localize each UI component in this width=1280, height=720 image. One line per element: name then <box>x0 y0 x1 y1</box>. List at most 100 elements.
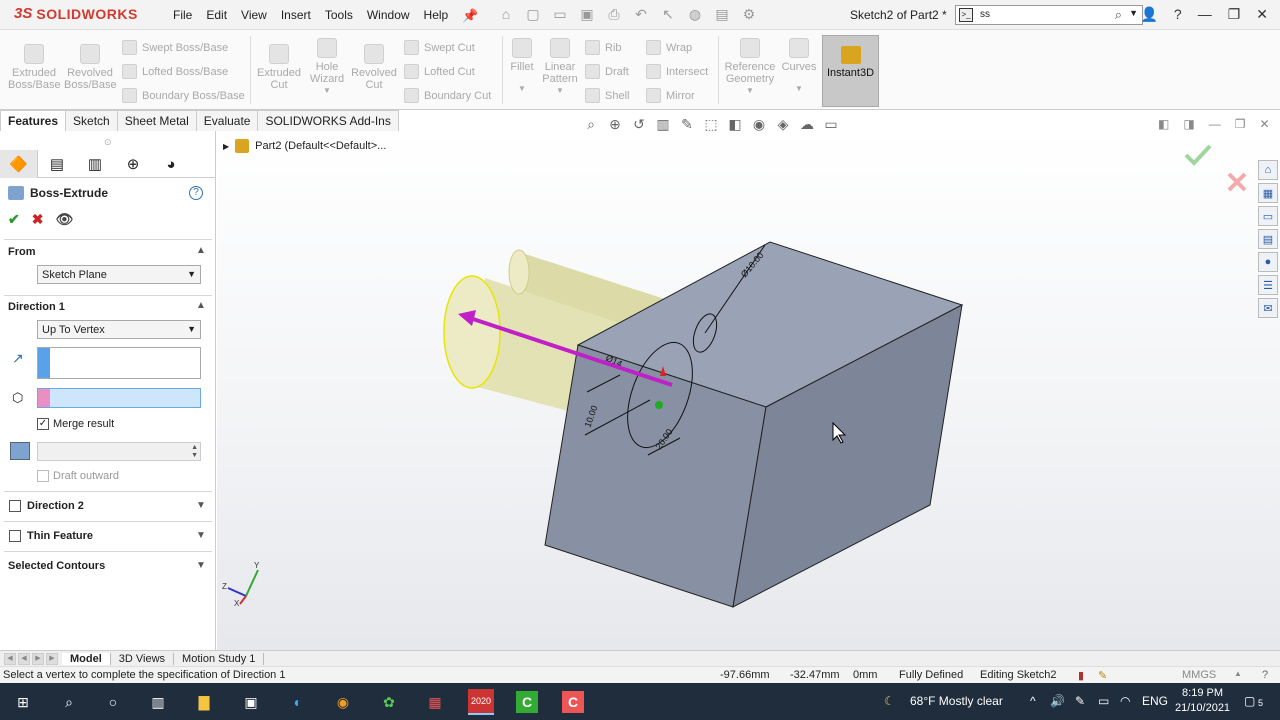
new-icon[interactable]: ▢ <box>525 6 541 23</box>
chevron-down-icon[interactable]: ▼ <box>196 530 206 541</box>
extruded-boss-button[interactable]: Extruded Boss/Base <box>8 44 61 91</box>
dynamic-annotation-icon[interactable]: ✎ <box>678 116 696 133</box>
tab-motion-study[interactable]: Motion Study 1 <box>174 652 265 665</box>
draft-angle-input[interactable]: ▲ ▼ <box>37 442 201 461</box>
unit-system[interactable]: MMGS <box>1182 669 1216 681</box>
app-icon[interactable]: ✿ <box>378 691 400 713</box>
ok-button[interactable]: ✔ <box>8 211 20 228</box>
search-box[interactable]: >_ ss ⌕ ▼ <box>955 5 1143 25</box>
menu-tools[interactable]: Tools <box>318 8 360 22</box>
panel-drag-handle[interactable]: ⊙ <box>104 137 112 148</box>
instant3d-button[interactable]: Instant3D <box>822 35 879 107</box>
search-input[interactable]: ss <box>980 9 990 20</box>
checkbox-icon[interactable] <box>9 500 21 512</box>
weather-icon[interactable]: ☾ <box>884 694 895 708</box>
revolved-boss-button[interactable]: Revolved Boss/Base <box>64 44 117 91</box>
customize-icon[interactable]: ✎ <box>1098 669 1107 682</box>
thin-feature-group[interactable]: Thin Feature <box>9 530 93 542</box>
draft-angle-icon[interactable] <box>10 442 30 460</box>
boundary-cut-button[interactable]: Boundary Cut <box>404 88 491 103</box>
checkbox-icon[interactable] <box>9 530 21 542</box>
configuration-manager-tab-icon[interactable]: ▥ <box>76 150 114 178</box>
direction1-group-label[interactable]: Direction 1 <box>8 301 65 313</box>
boundary-boss-button[interactable]: Boundary Boss/Base <box>122 88 245 103</box>
solidworks-taskbar-icon[interactable]: 2020 <box>468 689 494 715</box>
search-icon[interactable]: ⌕ <box>1115 7 1122 23</box>
minimize-icon[interactable]: — <box>1198 6 1212 23</box>
swept-boss-button[interactable]: Swept Boss/Base <box>122 40 228 55</box>
from-group-label[interactable]: From <box>8 246 36 258</box>
edge-icon[interactable]: ◐ <box>287 691 309 713</box>
user-icon[interactable]: 👤 <box>1140 6 1157 23</box>
extruded-cut-button[interactable]: Extruded Cut <box>254 44 304 91</box>
chevron-down-icon[interactable]: ▼ <box>780 83 818 95</box>
home-icon[interactable]: ⌂ <box>498 6 514 23</box>
next-tab-icon[interactable]: ▶ <box>32 652 44 665</box>
cancel-corner-icon[interactable] <box>1227 172 1247 192</box>
curves-button[interactable]: Curves ▼ <box>780 38 818 95</box>
recorder-icon[interactable]: C <box>562 691 584 713</box>
checkbox-icon[interactable] <box>37 470 49 482</box>
previous-view-icon[interactable]: ↺ <box>630 116 648 133</box>
lofted-boss-button[interactable]: Lofted Boss/Base <box>122 64 228 79</box>
menu-file[interactable]: File <box>166 8 199 22</box>
store-icon[interactable]: ▣ <box>240 691 262 713</box>
reverse-direction-icon[interactable]: ↗ <box>12 350 24 367</box>
chevron-up-icon[interactable]: ▲ <box>1234 669 1242 678</box>
tree-root-label[interactable]: Part2 (Default<<Default>... <box>255 140 386 152</box>
tab-sheet-metal[interactable]: Sheet Metal <box>116 110 197 131</box>
last-tab-icon[interactable]: ▶ <box>46 652 58 665</box>
fillet-button[interactable]: Fillet ▼ <box>506 38 538 95</box>
help-status-icon[interactable]: ? <box>1262 669 1268 681</box>
property-manager-tab-icon[interactable]: ▤ <box>38 150 76 178</box>
view-settings-icon[interactable]: ▭ <box>822 116 840 133</box>
zoom-to-fit-icon[interactable]: ⌕ <box>582 116 600 133</box>
merge-result-checkbox[interactable]: ✓ Merge result <box>37 418 114 430</box>
solidworks-resources-icon[interactable]: ⌂ <box>1258 160 1278 180</box>
tab-3d-views[interactable]: 3D Views <box>111 652 175 665</box>
view-palette-icon[interactable]: ▤ <box>1258 229 1278 249</box>
direction2-group[interactable]: Direction 2 <box>9 500 84 512</box>
menu-window[interactable]: Window <box>360 8 417 22</box>
restore-icon[interactable]: ❐ <box>1228 6 1241 23</box>
language-indicator[interactable]: ENG <box>1142 694 1168 708</box>
intersect-button[interactable]: Intersect <box>646 64 708 79</box>
pen-icon[interactable]: ✎ <box>1075 694 1085 708</box>
apply-scene-icon[interactable]: ☁ <box>798 116 816 133</box>
chevron-down-icon[interactable]: ▼ <box>196 560 206 571</box>
display-manager-tab-icon[interactable]: ◕ <box>152 150 190 178</box>
cortana-icon[interactable]: ○ <box>102 691 124 713</box>
draft-button[interactable]: Draft <box>585 64 629 79</box>
forum-icon[interactable]: ✉ <box>1258 298 1278 318</box>
rebuild-status-icon[interactable]: ▮ <box>1078 669 1084 682</box>
camtasia-icon[interactable]: C <box>516 691 538 713</box>
hide-show-icon[interactable]: ◉ <box>750 116 768 133</box>
solidworks-logo[interactable]: 3S SOLIDWORKS <box>14 5 138 22</box>
pin-icon[interactable]: 📌 <box>462 8 478 24</box>
undo-icon[interactable]: ↶ <box>633 6 649 23</box>
graphics-area[interactable]: Ø14 10.00 20.00 Ø10.00 Y Z X <box>217 131 1280 650</box>
file-explorer-icon[interactable]: ▇ <box>193 691 215 713</box>
tray-expand-icon[interactable]: ^ <box>1030 694 1036 708</box>
appearances-icon[interactable]: ● <box>1258 252 1278 272</box>
select-icon[interactable]: ↖ <box>660 6 676 23</box>
section-view-icon[interactable]: ▥ <box>654 116 672 133</box>
chevron-down-icon[interactable]: ▼ <box>196 500 206 511</box>
tab-addins[interactable]: SOLIDWORKS Add-Ins <box>257 110 399 131</box>
help-icon[interactable]: ? <box>189 186 203 200</box>
checkbox-checked-icon[interactable]: ✓ <box>37 418 49 430</box>
tab-evaluate[interactable]: Evaluate <box>195 110 259 131</box>
edit-appearance-icon[interactable]: ◈ <box>774 116 792 133</box>
viewport-minimize-icon[interactable]: — <box>1209 117 1221 131</box>
feature-manager-tab-icon[interactable]: 🔶 <box>0 150 38 178</box>
chevron-down-icon[interactable]: ▼ <box>540 85 580 97</box>
spin-arrows-icon[interactable]: ▲ ▼ <box>191 444 198 460</box>
close-icon[interactable]: ✕ <box>1256 6 1268 23</box>
notification-icon[interactable]: ▢ <box>1244 694 1255 708</box>
flyout-feature-tree[interactable]: ▶ Part2 (Default<<Default>... <box>223 139 386 153</box>
custom-properties-icon[interactable]: ☰ <box>1258 275 1278 295</box>
save-icon[interactable]: ▣ <box>579 6 595 23</box>
cancel-button[interactable]: ✖ <box>32 211 44 228</box>
vertex-selection-box[interactable] <box>37 388 201 408</box>
display-style-icon[interactable]: ◧ <box>726 116 744 133</box>
